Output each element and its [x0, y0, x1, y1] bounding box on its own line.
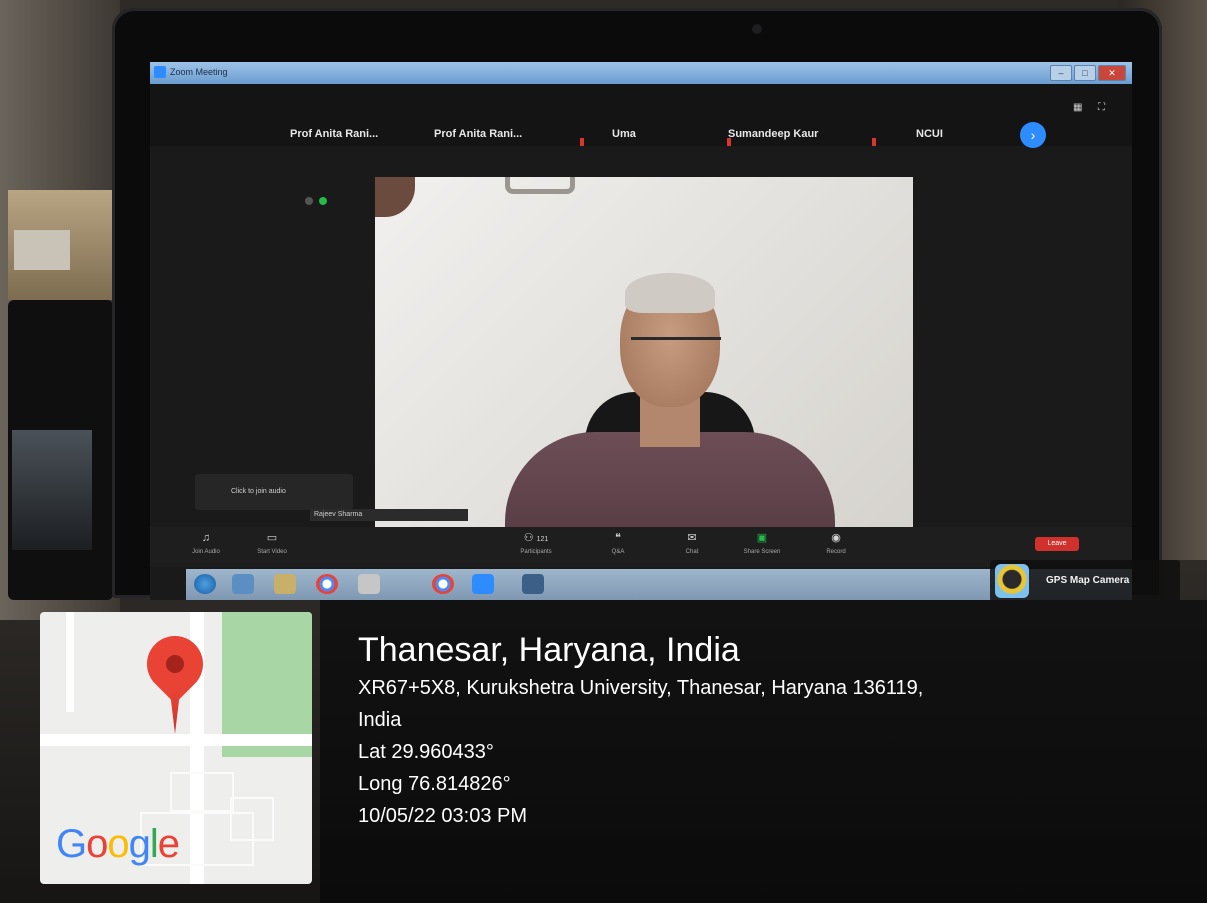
chrome-icon[interactable]: [316, 574, 338, 594]
address-line: India: [358, 709, 402, 731]
self-view-indicator: [305, 192, 329, 206]
participant-strip: Prof Anita Rani... Prof Anita Rani... Um…: [150, 84, 1132, 146]
participant-tile-name[interactable]: NCUI: [916, 128, 943, 140]
speaker-glasses: [631, 337, 721, 356]
map-road: [66, 612, 74, 712]
latitude: Lat 29.960433°: [358, 741, 494, 763]
participant-tile-name[interactable]: Prof Anita Rani...: [434, 128, 522, 140]
gallery-view-icon[interactable]: ▦: [1073, 102, 1082, 113]
hand-blur: [375, 177, 415, 217]
media-icon[interactable]: [358, 574, 380, 594]
start-button-icon[interactable]: [194, 574, 216, 594]
start-video-button[interactable]: ▭ Start Video: [242, 531, 302, 555]
record-icon: ◉: [831, 532, 841, 544]
share-screen-icon: ▣: [756, 532, 768, 544]
video-camera-icon: ▭: [266, 532, 278, 544]
chrome-icon-active[interactable]: [432, 574, 454, 594]
muted-icon: [727, 138, 731, 146]
location-info: Thanesar, Haryana, India XR67+5X8, Kuruk…: [358, 628, 1198, 832]
chat-button[interactable]: ✉ Chat: [662, 531, 722, 555]
participant-tile-name[interactable]: Uma: [612, 128, 636, 140]
zoom-app-icon: [154, 66, 166, 78]
maximize-button[interactable]: □: [1074, 65, 1096, 81]
gps-badge-label: GPS Map Camera: [1046, 575, 1130, 586]
explorer-icon[interactable]: [232, 574, 254, 594]
map-road: [40, 734, 312, 746]
window-titlebar: Zoom Meeting – □ ✕: [150, 62, 1132, 84]
join-audio-popup-text: Click to join audio: [231, 488, 286, 495]
timestamp: 10/05/22 03:03 PM: [358, 805, 528, 827]
next-page-button[interactable]: ›: [1020, 122, 1046, 148]
share-screen-button[interactable]: ▣ Share Screen: [732, 531, 792, 555]
speaking-indicator: Rajeev Sharma: [310, 509, 468, 521]
participant-tile-name[interactable]: Sumandeep Kaur: [728, 128, 818, 140]
meeting-toolbar: ♫ Join Audio ▭ Start Video ⚇ 121 Partici…: [150, 527, 1132, 567]
window-title: Zoom Meeting: [170, 67, 228, 77]
participants-icon: ⚇ 121: [523, 532, 549, 544]
participants-count: 121: [536, 536, 549, 543]
photos-icon[interactable]: [522, 574, 544, 594]
join-audio-label: Join Audio: [192, 549, 220, 555]
fullscreen-icon[interactable]: ⛶: [1098, 102, 1105, 113]
wall-hook: [505, 177, 575, 194]
gps-map-camera-badge: GPS Map Camera: [990, 560, 1180, 602]
location-pin-tail: [170, 692, 180, 734]
speaker-hair: [625, 273, 715, 313]
join-audio-popup[interactable]: Click to join audio: [195, 474, 353, 510]
location-map-thumbnail: Google: [40, 612, 312, 884]
google-logo: Google: [56, 822, 180, 866]
record-button[interactable]: ◉ Record: [806, 531, 866, 555]
camera-app-icon: [995, 564, 1029, 598]
participants-button[interactable]: ⚇ 121 Participants: [506, 531, 566, 555]
phone-device: [8, 300, 113, 600]
participant-tile-name[interactable]: Prof Anita Rani...: [290, 128, 378, 140]
zoom-taskbar-icon[interactable]: [472, 574, 494, 594]
longitude: Long 76.814826°: [358, 773, 511, 795]
folder-icon[interactable]: [274, 574, 296, 594]
leave-button[interactable]: Leave: [1035, 537, 1079, 551]
muted-icon: [872, 138, 876, 146]
qa-label: Q&A: [611, 549, 625, 555]
speaker-video: [375, 177, 913, 527]
qa-icon: ❝: [615, 532, 621, 544]
close-button[interactable]: ✕: [1098, 65, 1126, 81]
muted-icon: [580, 138, 584, 146]
share-screen-label: Share Screen: [743, 549, 781, 555]
participants-label: Participants: [520, 549, 552, 555]
webcam-icon: [752, 24, 762, 34]
qa-button[interactable]: ❝ Q&A: [588, 531, 648, 555]
window-controls: – □ ✕: [1050, 65, 1126, 81]
start-video-label: Start Video: [257, 549, 287, 555]
record-label: Record: [826, 549, 846, 555]
place-title: Thanesar, Haryana, India: [358, 631, 740, 669]
minimize-button[interactable]: –: [1050, 65, 1072, 81]
map-building: [170, 772, 234, 812]
address-line: XR67+5X8, Kurukshetra University, Thanes…: [358, 677, 924, 699]
headphones-icon: ♫: [201, 532, 211, 544]
map-building: [230, 797, 274, 841]
laptop-screen: Zoom Meeting – □ ✕ Prof Anita Rani... Pr…: [150, 62, 1132, 600]
join-audio-button[interactable]: ♫ Join Audio: [176, 531, 236, 555]
cardboard-box: [8, 190, 128, 300]
chat-icon: ✉: [687, 532, 697, 544]
chat-label: Chat: [685, 549, 699, 555]
speaking-name: Rajeev Sharma: [314, 511, 363, 518]
